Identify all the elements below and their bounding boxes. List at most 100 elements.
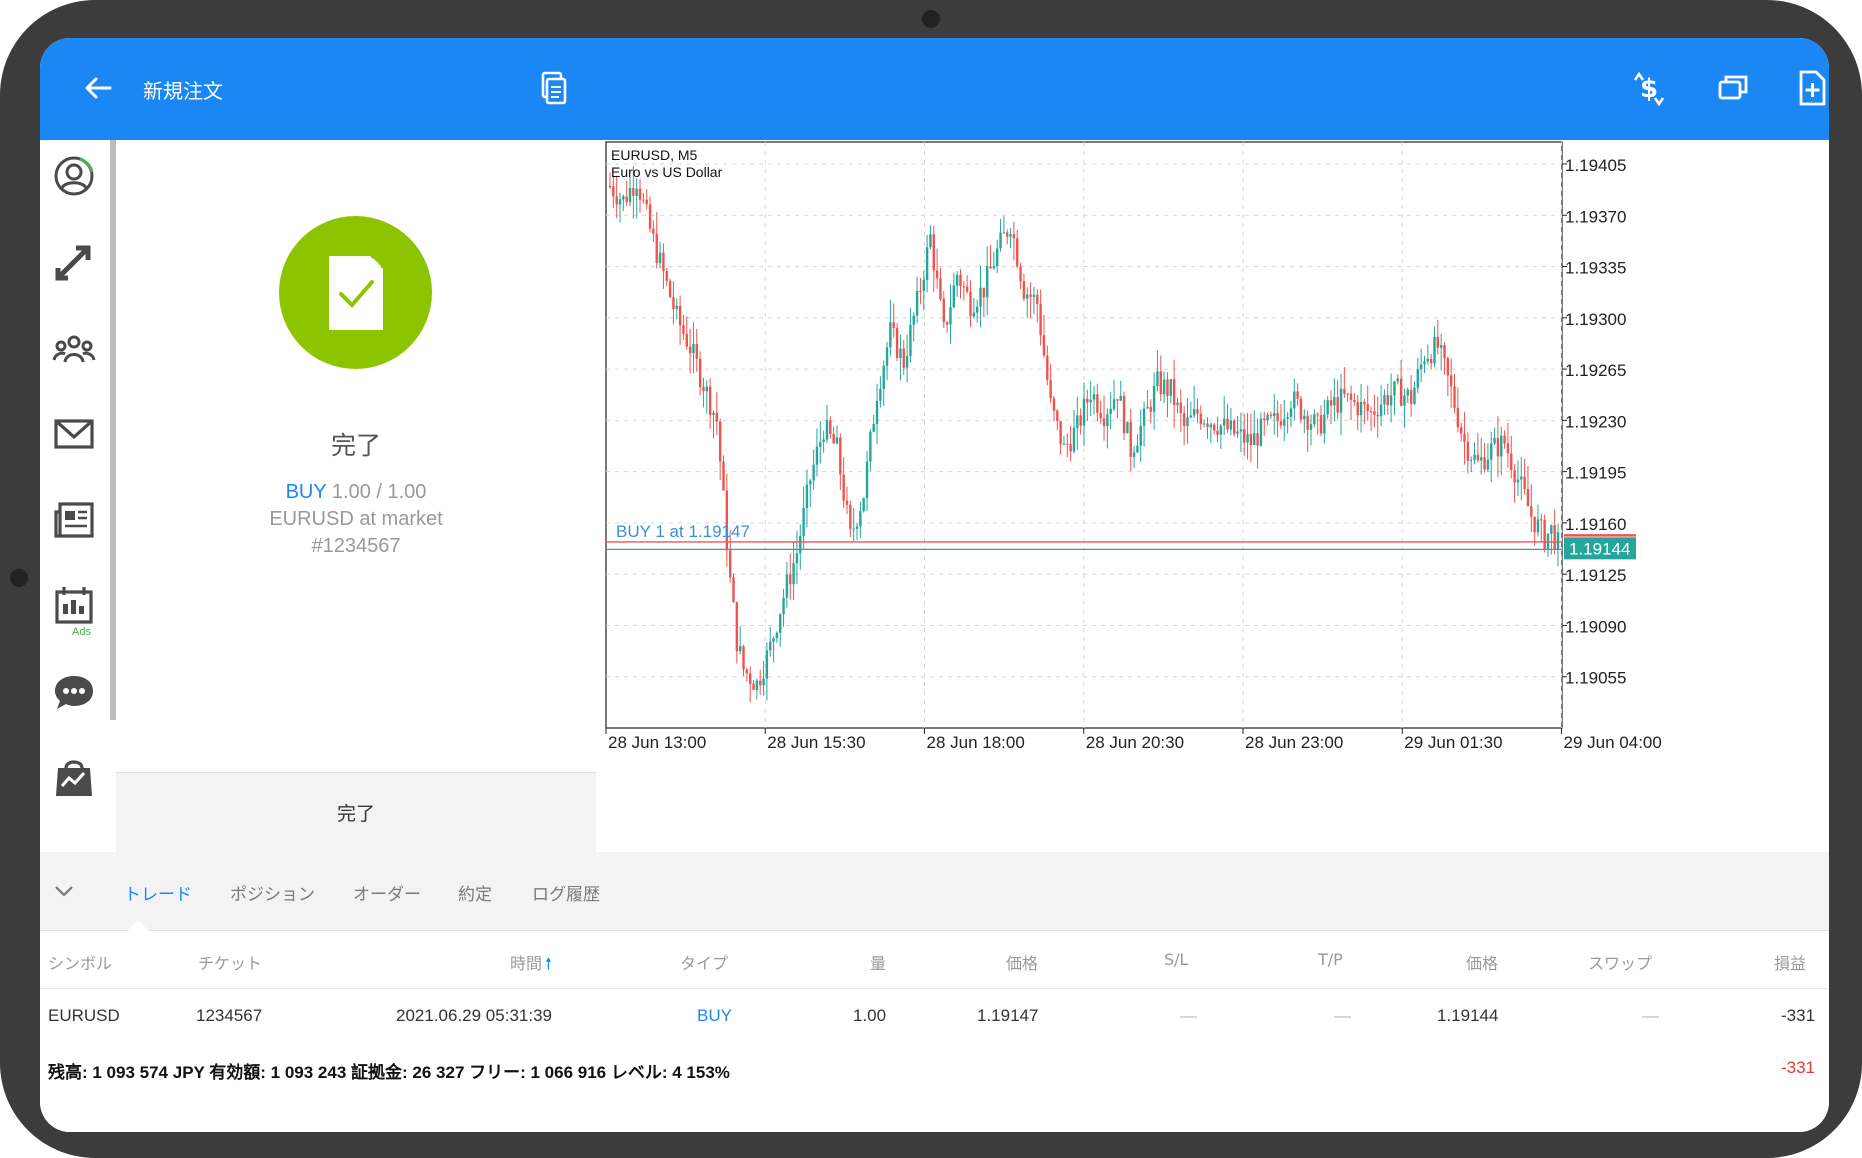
candle-body	[1293, 391, 1296, 409]
candle-body	[996, 248, 999, 267]
candle-body	[648, 204, 652, 229]
sort-up-icon: 🠕	[545, 954, 552, 973]
documents-icon[interactable]	[533, 68, 573, 108]
candle-body	[1269, 414, 1273, 417]
candle-body	[692, 343, 695, 354]
col-open-price[interactable]: 価格	[1006, 950, 1038, 974]
col-current-price[interactable]: 価格	[1466, 950, 1498, 974]
top-app-bar: 新規注文 $	[40, 38, 1829, 140]
candle-body	[1336, 396, 1339, 413]
candle-body	[1393, 381, 1396, 396]
col-ticket[interactable]: チケット	[198, 950, 262, 974]
new-document-icon[interactable]	[1792, 68, 1829, 108]
col-time[interactable]: 時間 🠕	[510, 950, 552, 980]
candle-body	[1076, 415, 1079, 428]
window-switch-icon[interactable]	[1713, 68, 1753, 108]
community-icon[interactable]	[50, 324, 98, 372]
candle-body	[662, 252, 665, 272]
back-arrow-icon[interactable]	[76, 66, 120, 110]
candle-body	[1406, 389, 1409, 396]
chat-icon[interactable]	[50, 668, 98, 716]
candle-body	[1212, 424, 1216, 431]
calendar-icon[interactable]	[50, 582, 98, 630]
candle-body	[1536, 519, 1540, 533]
candle-body	[1306, 415, 1309, 430]
candle-body	[1343, 388, 1346, 394]
candle-body	[695, 343, 698, 359]
candle-body	[1263, 418, 1266, 421]
candle-body	[769, 641, 772, 651]
tab-deals[interactable]: 約定	[458, 880, 492, 905]
tab-positions[interactable]: ポジション	[230, 880, 315, 905]
col-profit[interactable]: 損益	[1774, 950, 1806, 974]
col-symbol[interactable]: シンボル	[48, 950, 112, 974]
done-button-label: 完了	[336, 803, 375, 825]
candle-body	[1470, 459, 1473, 461]
candle-body	[1463, 433, 1466, 442]
candle-body	[892, 322, 895, 329]
currency-exchange-icon[interactable]: $	[1629, 68, 1669, 108]
candle-body	[1356, 402, 1359, 416]
candle-body	[1106, 414, 1109, 427]
trade-arrows-icon[interactable]	[50, 238, 98, 286]
candle-body	[678, 305, 682, 326]
candle-body	[1346, 393, 1349, 395]
market-bag-icon[interactable]	[50, 754, 98, 802]
candle-body	[895, 328, 899, 359]
candle-body	[1309, 424, 1313, 430]
col-tp[interactable]: T/P	[1318, 950, 1343, 969]
done-button[interactable]: 完了	[116, 772, 596, 853]
candle-body	[802, 507, 805, 537]
col-sl[interactable]: S/L	[1164, 950, 1188, 969]
candle-body	[685, 333, 688, 347]
price-axis-label: 1.19055	[1565, 669, 1626, 688]
candle-body	[745, 669, 749, 674]
buy-line-label: BUY 1 at 1.19147	[616, 522, 750, 541]
candle-body	[735, 602, 739, 652]
candle-body	[1513, 470, 1516, 483]
mail-icon[interactable]	[50, 410, 98, 458]
candle-body	[1042, 335, 1046, 356]
price-chart[interactable]: 1.19405 1.19370 1.19335 1.19300 1.19265 1.192…	[600, 140, 1829, 852]
cell-swap: —	[1642, 1006, 1659, 1025]
candle-body	[1550, 525, 1553, 534]
candle-body	[812, 464, 815, 481]
candle-body	[1152, 386, 1156, 412]
candle-body	[1116, 399, 1119, 401]
tab-trade[interactable]: トレード	[124, 880, 192, 905]
candle-body	[635, 188, 638, 196]
chevron-down-icon[interactable]	[52, 879, 76, 903]
candle-body	[1543, 519, 1546, 549]
candle-body	[1316, 414, 1319, 416]
candle-body	[952, 285, 956, 308]
candle-body	[1059, 420, 1062, 445]
side-nav: Ads	[40, 140, 116, 852]
time-axis-label: 28 Jun 23:00	[1245, 733, 1343, 752]
candle-body	[1409, 389, 1413, 404]
candle-body	[945, 322, 949, 325]
col-volume[interactable]: 量	[870, 950, 886, 974]
col-type[interactable]: タイプ	[680, 950, 728, 974]
cell-ticket: 1234567	[196, 1006, 263, 1025]
candle-body	[1222, 418, 1226, 426]
candle-body	[1129, 421, 1132, 457]
col-swap[interactable]: スワップ	[1588, 950, 1652, 974]
candle-body	[982, 287, 986, 298]
order-result-panel: 完了 BUY 1.00 / 1.00 EURUSD at market #123…	[116, 140, 596, 853]
candle-body	[702, 387, 705, 392]
candle-body	[1236, 431, 1239, 434]
candlestick-chart[interactable]: 1.19405 1.19370 1.19335 1.19300 1.19265 1.192…	[600, 140, 1829, 852]
news-icon[interactable]	[50, 496, 98, 544]
candle-body	[875, 400, 879, 424]
price-axis-label: 1.19090	[1565, 617, 1626, 636]
candle-body	[1202, 423, 1206, 425]
tab-history[interactable]: ログ履歴	[532, 880, 600, 905]
candle-body	[1189, 415, 1193, 418]
tab-orders[interactable]: オーダー	[353, 880, 421, 905]
candle-body	[1176, 402, 1179, 406]
candle-body	[1376, 414, 1379, 417]
terminal-tabs: トレード ポジション オーダー 約定 ログ履歴	[40, 852, 1829, 931]
time-axis-label: 29 Jun 04:00	[1564, 733, 1662, 752]
accounts-icon[interactable]	[50, 152, 98, 200]
candle-body	[782, 597, 785, 615]
